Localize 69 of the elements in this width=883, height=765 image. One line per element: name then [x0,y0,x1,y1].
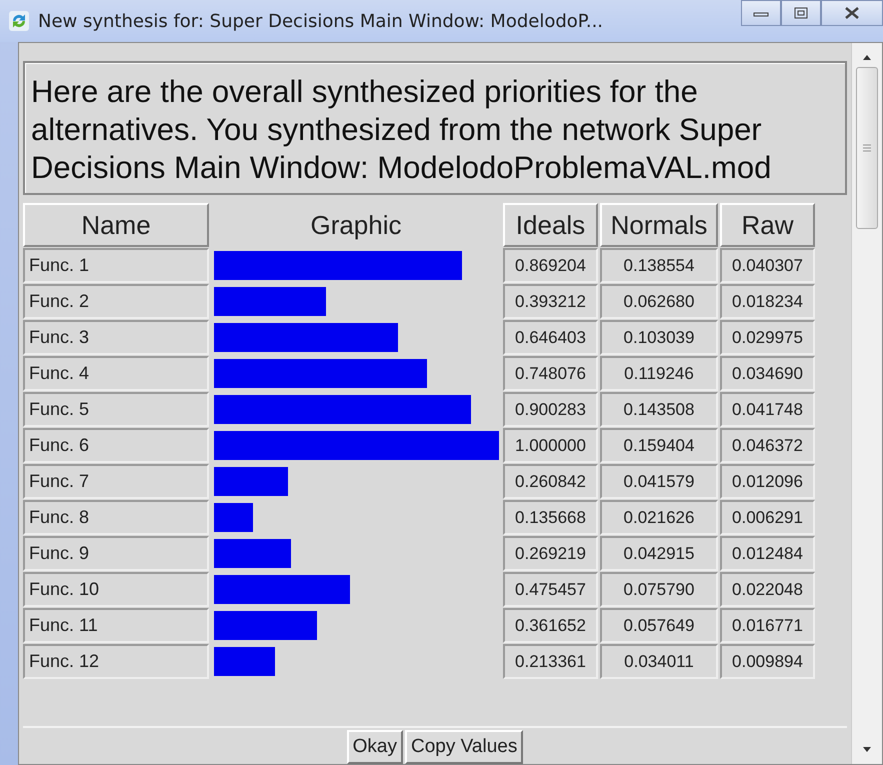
maximize-icon [794,7,808,19]
table-cell: 0.041748 [720,392,815,427]
table-cell: 0.393212 [503,284,598,319]
table-cell: 0.006291 [720,500,815,535]
table-cell: Func. 7 [23,464,209,499]
table-cell: Func. 11 [23,608,209,643]
copy-values-button[interactable]: Copy Values [405,730,524,764]
table-cell: Func. 8 [23,500,209,535]
table-cell: Func. 1 [23,248,209,283]
table-cell: 0.034690 [720,356,815,391]
table-cell: 0.018234 [720,284,815,319]
table-cell: 0.042915 [600,536,718,571]
minimize-button[interactable] [741,0,781,26]
table-cell: 0.029975 [720,320,815,355]
priority-bar [214,503,253,532]
table-cell: Func. 3 [23,320,209,355]
table-cell: 0.143508 [600,392,718,427]
table-cell: 0.012096 [720,464,815,499]
column-header: Raw [720,203,815,247]
table-cell: 0.119246 [600,356,718,391]
table-cell: 0.040307 [720,248,815,283]
refresh-icon [8,10,30,32]
table-cell: 0.135668 [503,500,598,535]
table-cell: 0.016771 [720,608,815,643]
table-cell: 0.900283 [503,392,598,427]
close-button[interactable] [821,0,883,26]
table-cell: 0.057649 [600,608,718,643]
maximize-button[interactable] [781,0,821,26]
table-cell: 0.260842 [503,464,598,499]
table-cell: 0.748076 [503,356,598,391]
scroll-up-icon[interactable] [862,53,872,61]
table-cell: 0.159404 [600,428,718,463]
table-cell: 0.361652 [503,608,598,643]
table-cell: 0.034011 [600,644,718,679]
message-text: Here are the overall synthesized priorities for the alternatives. You synthesized from the network Super Decisions Main Window: ModelodoProblemaVAL.mod [23,61,847,195]
column-header: Ideals [503,203,598,247]
table-cell: 0.138554 [600,248,718,283]
column-header: Graphic [309,208,403,242]
table-cell: 0.012484 [720,536,815,571]
table-cell: 0.103039 [600,320,718,355]
scrollbar[interactable] [851,43,882,764]
scroll-thumb[interactable] [856,67,878,229]
table-cell: 0.021626 [600,500,718,535]
scroll-down-icon[interactable] [862,746,872,754]
table-cell: 0.213361 [503,644,598,679]
table-cell: 0.075790 [600,572,718,607]
close-icon [843,6,861,20]
column-header: Name [23,203,209,247]
okay-button[interactable]: Okay [346,730,404,764]
priority-bar [214,647,275,676]
table-cell: 0.022048 [720,572,815,607]
table-cell: 0.046372 [720,428,815,463]
column-header: Normals [600,203,718,247]
table-cell: 0.269219 [503,536,598,571]
table-cell: 0.869204 [503,248,598,283]
table-cell: Func. 5 [23,392,209,427]
table-cell: 0.646403 [503,320,598,355]
window-title: New synthesis for: Super Decisions Main Window: ModelodoP... [38,10,604,32]
table-cell: Func. 6 [23,428,209,463]
table-cell: 0.062680 [600,284,718,319]
table-cell: 0.009894 [720,644,815,679]
table-cell: Func. 9 [23,536,209,571]
table-cell: 0.041579 [600,464,718,499]
table-cell: Func. 2 [23,284,209,319]
table-cell: Func. 12 [23,644,209,679]
table-cell: Func. 4 [23,356,209,391]
table-cell: Func. 10 [23,572,209,607]
table-cell: 0.475457 [503,572,598,607]
table-cell: 1.000000 [503,428,598,463]
